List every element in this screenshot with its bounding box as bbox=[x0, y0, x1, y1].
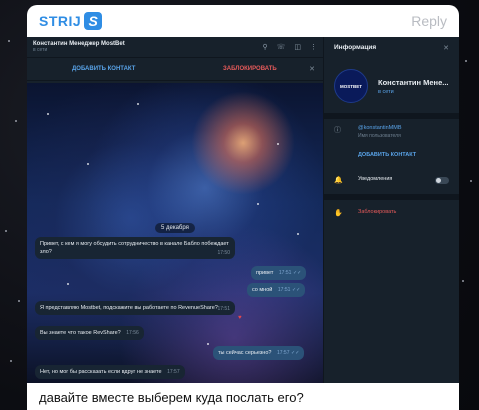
sidebar-icon[interactable]: ◫ bbox=[294, 43, 301, 51]
block-label: Заблокировать bbox=[358, 209, 397, 215]
read-check-icon: ✓✓ bbox=[291, 287, 301, 293]
brand: STRIJ S bbox=[39, 12, 103, 30]
message-in: Вы знаете что такое RevShare? 17:56 bbox=[35, 326, 144, 340]
divider bbox=[324, 194, 459, 200]
read-check-icon: ✓✓ bbox=[292, 270, 302, 276]
chat-header: Константин Менеджер MostBet в сети ⚲ ☏ ◫… bbox=[27, 37, 323, 58]
heart-reaction-icon[interactable]: ♥ bbox=[238, 315, 242, 321]
username-row[interactable]: ⓘ @konstantinMMB Имя пользователя bbox=[334, 125, 402, 139]
message-in: Привет, с кем я могу обсудить сотрудниче… bbox=[35, 237, 235, 259]
read-check-icon: ✓✓ bbox=[291, 350, 300, 356]
brand-logo-icon: S bbox=[84, 12, 103, 30]
message-out: со мной 17:51 ✓✓ bbox=[247, 283, 306, 297]
info-circle-icon: ⓘ bbox=[334, 127, 341, 134]
message-out: ты сейчас серьезно? 17:57 ✓✓ bbox=[213, 346, 305, 360]
close-info-icon[interactable]: ✕ bbox=[443, 44, 449, 52]
brand-name: STRIJ bbox=[39, 13, 82, 29]
message-in: Я представляю Mostbet, подскажите вы раб… bbox=[35, 301, 235, 315]
message-out: привет 17:51 ✓✓ bbox=[251, 266, 307, 280]
post-caption: давайте вместе выберем куда послать его? bbox=[27, 383, 459, 410]
chat-panel: Константин Менеджер MostBet в сети ⚲ ☏ ◫… bbox=[27, 37, 323, 383]
reply-button[interactable]: Reply bbox=[411, 13, 447, 29]
avatar[interactable]: MOSTBET bbox=[334, 69, 368, 103]
action-bar: ДОБАВИТЬ КОНТАКТ ЗАБЛОКИРОВАТЬ ✕ bbox=[27, 58, 323, 81]
block-row[interactable]: ✋ Заблокировать bbox=[334, 209, 396, 217]
chat-wallpaper: 5 декабря Привет, с кем я могу обсудить … bbox=[27, 83, 323, 383]
username-label: Имя пользователя bbox=[358, 133, 401, 139]
chat-status: в сети bbox=[33, 47, 48, 53]
info-add-contact-button[interactable]: ДОБАВИТЬ КОНТАКТ bbox=[358, 152, 416, 158]
divider bbox=[324, 113, 459, 119]
message-in: Нет, но мог бы рассказать если вдруг не … bbox=[35, 365, 185, 379]
notifications-toggle[interactable] bbox=[435, 177, 449, 184]
info-header: Информация ✕ bbox=[324, 37, 459, 58]
info-panel: Информация ✕ MOSTBET Константин Мене... … bbox=[323, 37, 459, 383]
search-icon[interactable]: ⚲ bbox=[262, 43, 267, 51]
username-value[interactable]: @konstantinMMB bbox=[358, 125, 402, 131]
telegram-screenshot: Константин Менеджер MostBet в сети ⚲ ☏ ◫… bbox=[27, 37, 459, 383]
bell-icon: 🔔 bbox=[334, 177, 343, 184]
phone-icon[interactable]: ☏ bbox=[277, 43, 286, 51]
close-icon[interactable]: ✕ bbox=[309, 65, 315, 73]
add-contact-button[interactable]: ДОБАВИТЬ КОНТАКТ bbox=[72, 66, 135, 72]
profile-status: в сети bbox=[378, 88, 394, 95]
hand-stop-icon: ✋ bbox=[334, 210, 343, 217]
block-button[interactable]: ЗАБЛОКИРОВАТЬ bbox=[223, 66, 277, 72]
date-chip: 5 декабря bbox=[155, 223, 195, 233]
more-icon[interactable]: ⋮ bbox=[310, 43, 317, 51]
notifications-label: Уведомления bbox=[358, 176, 393, 182]
notifications-row[interactable]: 🔔 Уведомления bbox=[334, 176, 392, 184]
post-header: STRIJ S Reply bbox=[27, 5, 459, 37]
profile: MOSTBET Константин Мене... в сети bbox=[334, 69, 449, 103]
info-title: Информация bbox=[334, 44, 377, 51]
post-card: STRIJ S Reply Константин Менеджер MostBe… bbox=[27, 5, 459, 410]
profile-name: Константин Мене... bbox=[378, 77, 449, 87]
